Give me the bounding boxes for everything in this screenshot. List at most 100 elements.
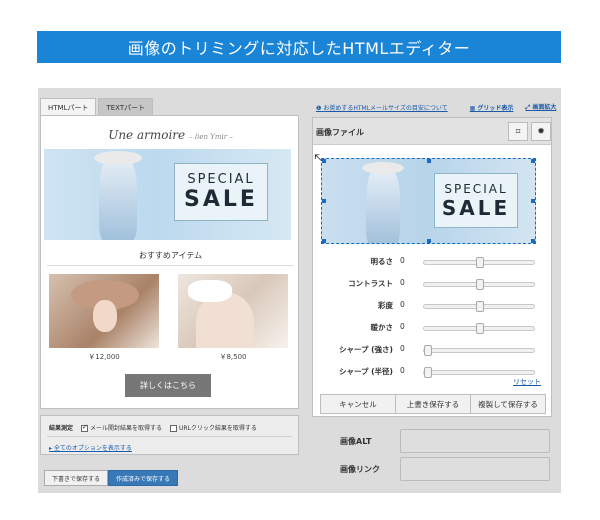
email-preview: Une armoire – lien Ymir – SPECIAL SALE おす…	[40, 115, 299, 409]
brand-subtitle: – lien Ymir –	[189, 133, 233, 141]
crop-handle[interactable]	[322, 199, 326, 203]
crop-handle[interactable]	[531, 199, 535, 203]
slider-row: 彩度 0	[313, 299, 551, 313]
image-actions: キャンセル 上書き保存する 複製して保存する	[320, 394, 546, 414]
image-alt-row: 画像ALT	[312, 429, 552, 453]
reset-link[interactable]: リセット	[513, 377, 541, 387]
slider-row: 明るさ 0	[313, 255, 551, 269]
measurement-label: 結果測定	[49, 425, 74, 432]
model-hat	[94, 151, 142, 165]
slider-thumb[interactable]	[476, 257, 484, 268]
slider-value: 0	[400, 344, 405, 353]
sale-text-box: SPECIAL SALE	[174, 163, 268, 221]
crop-handle[interactable]	[427, 239, 431, 243]
zoom-link[interactable]: ⤢ 画面拡大	[525, 102, 556, 112]
slider-value: 0	[400, 256, 405, 265]
open-tracking-option[interactable]: メール開封結果を取得する	[81, 423, 162, 432]
crop-handle[interactable]	[322, 239, 326, 243]
settings-button[interactable]: ✹	[531, 122, 551, 141]
image-edit-panel: 画像ファイル ⌗ ✹ ⤡ SPECIAL SALE 明るさ0コントラスト0彩度0…	[312, 117, 552, 417]
click-tracking-label: URLクリック結果を取得する	[179, 425, 257, 432]
slider-value: 0	[400, 322, 405, 331]
page-banner: 画像のトリミングに対応したHTMLエディター	[37, 31, 561, 63]
slider-value: 0	[400, 300, 405, 309]
crop-handle[interactable]	[427, 159, 431, 163]
gear-icon: ✹	[537, 126, 545, 137]
product-price: ￥12,000	[88, 353, 120, 361]
sale-line-1: SPECIAL	[187, 172, 255, 187]
tab-text-part[interactable]: TEXTパート	[98, 98, 154, 115]
crop-handle[interactable]	[531, 239, 535, 243]
slider-value: 0	[400, 278, 405, 287]
slider-track[interactable]	[423, 301, 535, 312]
slider-label: 彩度	[378, 301, 393, 310]
product-image-accessory[interactable]	[178, 274, 288, 348]
grid-toggle-link[interactable]: ▦ グリッド表示	[470, 103, 514, 112]
top-shape	[188, 280, 232, 302]
open-tracking-checkbox[interactable]	[81, 423, 89, 432]
part-tabs: HTMLパート TEXTパート	[40, 98, 154, 115]
size-help-link[interactable]: ❶ お奨めするHTMLメールサイズの目安について	[316, 103, 448, 112]
image-link-input[interactable]	[400, 457, 550, 481]
show-all-options-label: 全てのオプションを表示する	[53, 445, 132, 452]
model-hat	[362, 162, 404, 174]
click-tracking-option[interactable]: URLクリック結果を取得する	[170, 423, 257, 432]
slider-track[interactable]	[423, 257, 535, 268]
slider-thumb[interactable]	[424, 345, 432, 356]
image-panel-header: 画像ファイル ⌗ ✹	[313, 118, 551, 145]
image-alt-input[interactable]	[400, 429, 550, 453]
zoom-label: 画面拡大	[532, 104, 557, 111]
tab-html-part[interactable]: HTMLパート	[40, 98, 97, 115]
banner-title: 画像のトリミングに対応したHTMLエディター	[127, 39, 471, 58]
slider-label: シャープ (強さ)	[338, 345, 393, 354]
sale-line-2: SALE	[441, 195, 511, 220]
crop-icon: ⌗	[515, 126, 521, 137]
recommended-title: おすすめアイテム	[138, 251, 203, 260]
section-divider	[47, 265, 294, 266]
product-image-hat[interactable]	[49, 274, 159, 348]
slider-track[interactable]	[423, 367, 535, 378]
cancel-button[interactable]: キャンセル	[320, 394, 396, 414]
slider-thumb[interactable]	[476, 323, 484, 334]
hero-image[interactable]: SPECIAL SALE	[44, 149, 291, 240]
crop-preview-image[interactable]: SPECIAL SALE	[321, 158, 536, 244]
slider-value: 0	[400, 366, 405, 375]
crop-button[interactable]: ⌗	[508, 122, 528, 141]
face-shape	[93, 300, 117, 332]
duplicate-save-button[interactable]: 複製して保存する	[471, 394, 546, 414]
settings-divider	[47, 436, 292, 437]
slider-thumb[interactable]	[476, 279, 484, 290]
slider-label: コントラスト	[348, 279, 393, 288]
details-button[interactable]: 詳しくはこちら	[125, 374, 211, 397]
save-draft-button[interactable]: 下書きで保存する	[44, 470, 109, 486]
slider-thumb[interactable]	[424, 367, 432, 378]
product-price: ￥8,500	[219, 353, 247, 361]
expand-icon: ⤢	[525, 104, 531, 111]
brand-name: Une armoire	[108, 128, 186, 142]
brand-logo: Une armoire – lien Ymir –	[41, 128, 300, 142]
image-panel-title: 画像ファイル	[316, 128, 364, 137]
crop-handle[interactable]	[322, 159, 326, 163]
grid-icon: ▦	[469, 104, 476, 112]
click-tracking-checkbox[interactable]	[170, 425, 178, 432]
save-complete-button[interactable]: 作成済みで保存する	[108, 470, 179, 486]
crop-handle[interactable]	[531, 159, 535, 163]
image-link-row: 画像リンク	[312, 457, 552, 481]
overwrite-save-button[interactable]: 上書き保存する	[396, 394, 471, 414]
image-alt-label: 画像ALT	[340, 437, 372, 446]
slider-track[interactable]	[423, 323, 535, 334]
slider-track[interactable]	[423, 279, 535, 290]
slider-label: シャープ (半径)	[338, 367, 393, 376]
size-help-label: お奨めするHTMLメールサイズの目安について	[323, 104, 448, 112]
slider-track[interactable]	[423, 345, 535, 356]
slider-row: シャープ (強さ) 0	[313, 343, 551, 357]
slider-row: コントラスト 0	[313, 277, 551, 291]
info-icon: ❶	[316, 104, 322, 112]
grid-toggle-label: グリッド表示	[477, 104, 514, 112]
measurement-settings: 結果測定 メール開封結果を取得する URLクリック結果を取得する ▸ 全てのオプ…	[40, 415, 299, 455]
show-all-options-link[interactable]: ▸ 全てのオプションを表示する	[49, 443, 132, 452]
editor-window: HTMLパート TEXTパート Une armoire – lien Ymir –…	[38, 88, 561, 493]
sale-text-box: SPECIAL SALE	[434, 173, 518, 228]
slider-row: 暖かさ 0	[313, 321, 551, 335]
slider-thumb[interactable]	[476, 301, 484, 312]
